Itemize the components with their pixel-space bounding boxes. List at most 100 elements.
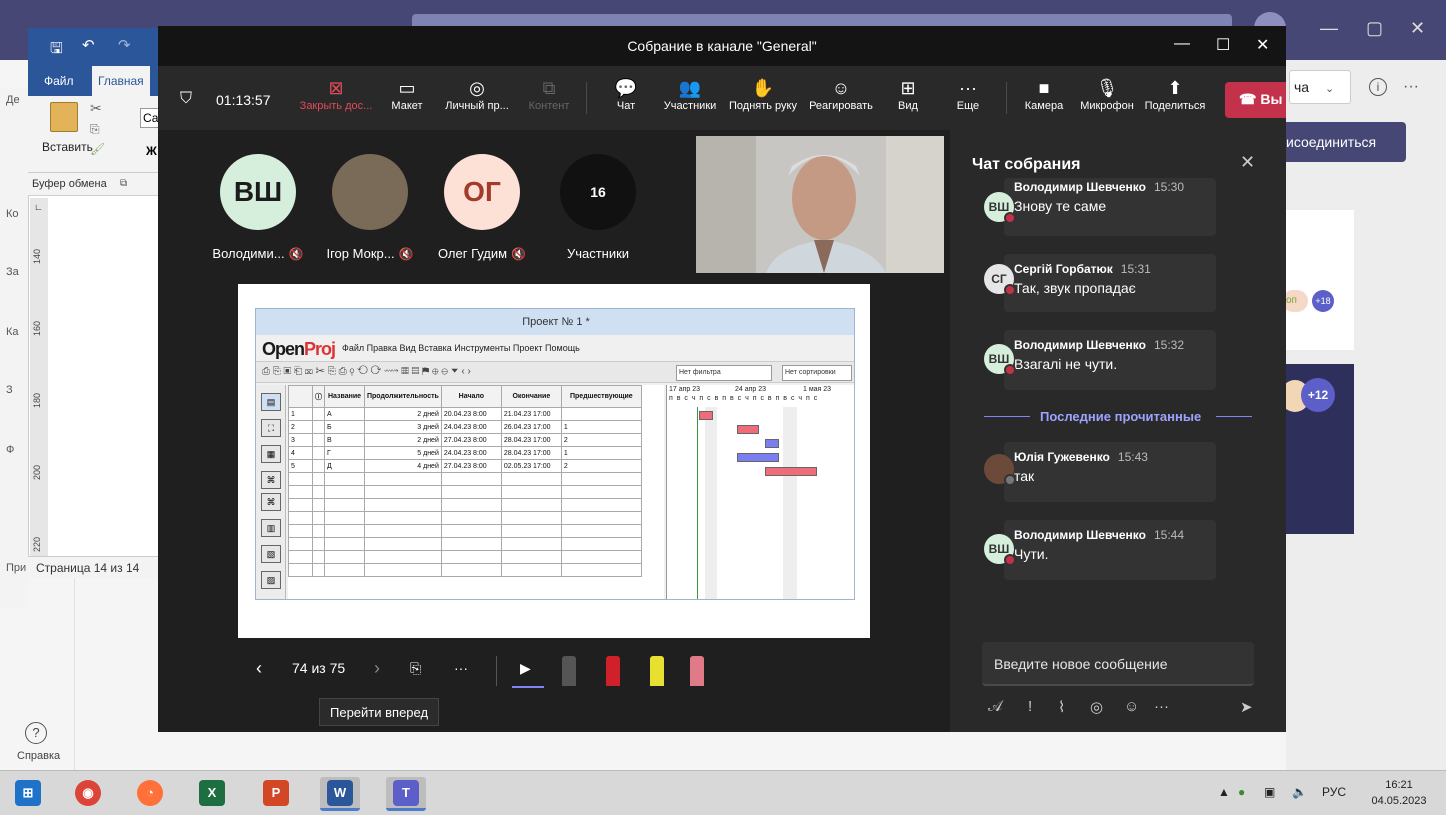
- firefox-app[interactable]: ◔: [130, 777, 170, 811]
- tab-home[interactable]: Главная: [92, 66, 150, 96]
- powerpoint-icon: P: [263, 780, 289, 806]
- clock[interactable]: 16:21 04.05.2023: [1364, 777, 1434, 809]
- network-icon[interactable]: ▣: [1264, 785, 1275, 799]
- teams-app[interactable]: T: [386, 777, 426, 811]
- participants-overflow-tile[interactable]: 16 Участники: [548, 154, 648, 261]
- tray-app-icon[interactable]: ●: [1238, 785, 1245, 799]
- table-cell: 2: [560, 433, 642, 447]
- laser-pointer-icon[interactable]: ▶: [520, 660, 531, 677]
- close-icon[interactable]: ✕: [1256, 35, 1269, 55]
- loop-icon[interactable]: ◎: [1090, 698, 1103, 716]
- react-button[interactable]: ☺ Реагировать: [806, 66, 876, 130]
- more-participants-badge: +18: [1312, 290, 1334, 312]
- powerpoint-app[interactable]: P: [256, 777, 296, 811]
- undo-icon[interactable]: ↶: [82, 36, 95, 54]
- more-icon[interactable]: ···: [454, 660, 468, 676]
- more-icon[interactable]: ···: [1403, 78, 1419, 96]
- table-cell: [364, 563, 442, 577]
- chat-compose-input[interactable]: Введите новое сообщение: [982, 642, 1254, 686]
- dialog-launcher-icon[interactable]: ⧉: [120, 178, 127, 189]
- table-cell: 1: [560, 446, 642, 460]
- join-button[interactable]: исоединиться: [1286, 122, 1406, 162]
- save-icon[interactable]: 🖫: [50, 38, 63, 63]
- slide-sorter-icon[interactable]: ⎘: [410, 660, 421, 677]
- channel-select[interactable]: ча: [1289, 70, 1351, 104]
- tab-stop-icon[interactable]: ∟: [34, 202, 43, 212]
- cut-icon[interactable]: ✂: [90, 100, 102, 117]
- copy-icon[interactable]: ⎘: [90, 122, 100, 137]
- stop-presenting-button[interactable]: ⊠ Закрыть дос...: [296, 66, 376, 130]
- table-cell: [312, 472, 325, 486]
- minimize-icon[interactable]: —: [1174, 35, 1190, 53]
- content-button[interactable]: ⧉ Контент: [524, 66, 574, 130]
- task-usage-icon: ▧: [261, 545, 281, 563]
- chat-message[interactable]: Володимир Шевченко 15:32 Взагалі не чути.: [1004, 330, 1216, 390]
- participants-button[interactable]: 👥 Участники: [658, 66, 722, 130]
- personal-view-button[interactable]: ◎ Личный пр...: [438, 66, 516, 130]
- view-button[interactable]: ⊞ Вид: [888, 66, 928, 130]
- help-icon[interactable]: ?: [25, 722, 47, 744]
- chat-message[interactable]: Володимир Шевченко 15:30 Знову те саме: [1004, 178, 1216, 236]
- format-painter-icon[interactable]: 🖌: [90, 142, 105, 156]
- chat-message[interactable]: Юлія Гужевенко 15:43 так: [1004, 442, 1216, 502]
- table-cell: 2: [288, 420, 313, 434]
- leave-button[interactable]: ☎ Вы: [1225, 82, 1286, 118]
- minimize-icon[interactable]: —: [1320, 18, 1338, 39]
- highlighter-icon[interactable]: [650, 656, 664, 686]
- font-name-field[interactable]: Са: [140, 108, 160, 128]
- language-indicator[interactable]: РУС: [1322, 785, 1346, 799]
- chrome-app[interactable]: ◉: [68, 777, 108, 811]
- maximize-icon[interactable]: ☐: [1216, 35, 1230, 55]
- format-icon[interactable]: 𝒜: [988, 698, 1002, 715]
- table-cell: [288, 563, 313, 577]
- table-cell: [324, 472, 365, 486]
- previous-slide-button[interactable]: ‹: [256, 658, 262, 679]
- excel-app[interactable]: X: [192, 777, 232, 811]
- more-button[interactable]: ··· Еще: [948, 66, 988, 130]
- table-row-empty: [288, 485, 642, 499]
- important-icon[interactable]: !: [1028, 698, 1032, 715]
- eraser-icon[interactable]: [690, 656, 704, 686]
- layout-button[interactable]: ▭ Макет: [384, 66, 430, 130]
- red-pen-icon[interactable]: [606, 656, 620, 686]
- compose-toolbar: 𝒜 ! ⌇ ◎ ☺ ··· ➤: [988, 698, 1258, 722]
- mic-button[interactable]: 🎙 Микрофон: [1076, 66, 1138, 130]
- emoji-icon[interactable]: ☺: [1124, 698, 1139, 715]
- participant-tile[interactable]: ВШ Володими... 🔇: [208, 154, 308, 261]
- paste-button[interactable]: Вставить: [42, 140, 93, 154]
- slide-navigation: ‹ 74 из 75 › ⎘ ··· ▶: [158, 646, 948, 696]
- chat-message[interactable]: Володимир Шевченко 15:44 Чути.: [1004, 520, 1216, 580]
- participants-overflow-label: Участники: [566, 246, 630, 261]
- table-cell: 27.04.23 8:00: [440, 459, 502, 473]
- redo-icon[interactable]: ↷: [118, 36, 131, 54]
- table-cell: Д: [324, 459, 365, 473]
- next-slide-button[interactable]: ›: [374, 658, 380, 679]
- word-app[interactable]: W: [320, 777, 360, 811]
- start-button[interactable]: ⊞: [8, 777, 48, 811]
- chat-button[interactable]: 💬 Чат: [606, 66, 646, 130]
- close-icon[interactable]: ✕: [1410, 18, 1425, 39]
- pen-tool-icon[interactable]: [562, 656, 576, 686]
- volume-icon[interactable]: 🔈: [1292, 785, 1307, 799]
- maximize-icon[interactable]: ▢: [1366, 18, 1383, 39]
- share-button[interactable]: ⬆ Поделиться: [1144, 66, 1206, 130]
- hand-icon: ✋: [751, 78, 775, 98]
- send-icon[interactable]: ➤: [1240, 698, 1253, 716]
- tray-chevron-icon[interactable]: ▲: [1218, 785, 1230, 799]
- participant-tile[interactable]: Ігор Мокр... 🔇: [320, 154, 420, 261]
- participant-tile[interactable]: ОГ Олег Гудим 🔇: [432, 154, 532, 261]
- tab-file[interactable]: Файл: [44, 74, 74, 88]
- close-icon[interactable]: ✕: [1240, 152, 1255, 173]
- chevron-down-icon[interactable]: ⌄: [1325, 82, 1334, 95]
- more-icon[interactable]: ···: [1154, 698, 1169, 715]
- table-cell: [288, 537, 313, 551]
- info-icon[interactable]: i: [1369, 78, 1387, 96]
- participant-video[interactable]: [696, 136, 944, 273]
- bold-button[interactable]: Ж: [146, 144, 157, 158]
- camera-button[interactable]: ■ Камера: [1022, 66, 1066, 130]
- raise-hand-button[interactable]: ✋ Поднять руку: [728, 66, 798, 130]
- chat-message[interactable]: Сергій Горбатюк 15:31 Так, звук пропадає: [1004, 254, 1216, 312]
- paste-icon[interactable]: [50, 102, 78, 132]
- attach-icon[interactable]: ⌇: [1058, 698, 1065, 716]
- task-table: ⓘ Название Продолжительность Начало Окончани…: [288, 385, 664, 599]
